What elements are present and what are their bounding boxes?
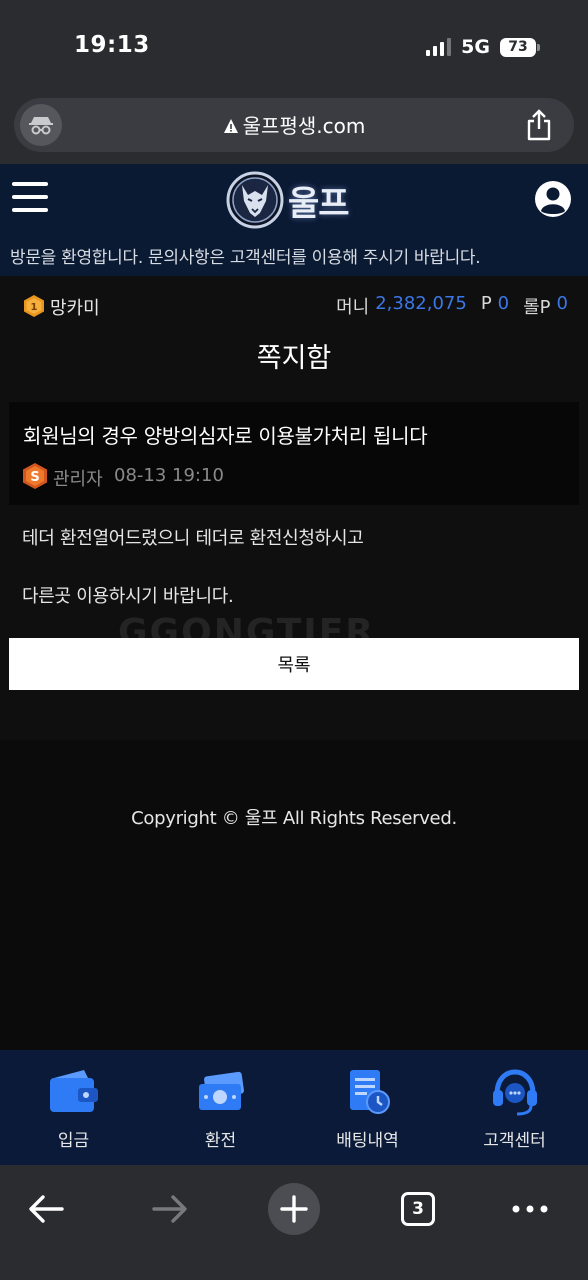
status-time: 19:13 bbox=[74, 32, 150, 58]
message-subject: 회원님의 경우 양방의심자로 이용불가처리 됩니다 bbox=[23, 424, 428, 448]
sender-name: 관리자 bbox=[53, 469, 103, 490]
wolf-emblem-icon bbox=[226, 171, 284, 229]
balances: 머니 2,382,075 P 0 롤P 0 bbox=[336, 293, 568, 319]
share-icon[interactable] bbox=[524, 109, 554, 141]
browser-address-bar: 울프평생.com bbox=[0, 92, 588, 164]
wallet-icon bbox=[49, 1070, 98, 1112]
logo-text: 울프 bbox=[288, 183, 350, 224]
forward-arrow-icon bbox=[152, 1195, 187, 1223]
message-date: 08-13 19:10 bbox=[114, 465, 224, 486]
back-button[interactable] bbox=[16, 1179, 76, 1239]
page-title: 쪽지함 bbox=[256, 343, 332, 374]
nav-item-betting-history[interactable]: 배팅내역 bbox=[294, 1050, 441, 1165]
battery-icon: 73 bbox=[500, 37, 540, 57]
warning-icon bbox=[223, 119, 238, 133]
url-field[interactable]: 울프평생.com bbox=[14, 98, 574, 152]
back-arrow-icon bbox=[29, 1195, 64, 1223]
welcome-notice: 방문을 환영합니다. 문의사항은 고객센터를 이용해 주시기 바랍니다. bbox=[0, 236, 588, 276]
status-indicators: 5G 73 bbox=[426, 34, 540, 60]
bottom-nav: 입금 환전 배팅내역 고객센터 bbox=[0, 1050, 588, 1165]
point-label: P bbox=[480, 293, 492, 314]
browser-toolbar: 3 bbox=[0, 1165, 588, 1280]
more-button[interactable] bbox=[500, 1179, 560, 1239]
message-body-line: 테더 환전열어드렸으니 테더로 환전신청하시고 bbox=[22, 528, 364, 549]
network-type: 5G bbox=[461, 36, 490, 58]
nav-item-deposit[interactable]: 입금 bbox=[0, 1050, 147, 1165]
money-label: 머니 bbox=[336, 297, 370, 318]
user-info-bar: 1 망카미 머니 2,382,075 P 0 롤P 0 bbox=[0, 284, 588, 324]
username: 망카미 bbox=[50, 298, 100, 319]
nav-item-withdraw[interactable]: 환전 bbox=[147, 1050, 294, 1165]
copyright: Copyright © 울프 All Rights Reserved. bbox=[131, 808, 457, 829]
status-bar: 19:13 5G 73 bbox=[0, 0, 588, 92]
message-header: 회원님의 경우 양방의심자로 이용불가처리 됩니다 S 관리자 08-13 19… bbox=[9, 402, 579, 505]
footer bbox=[0, 740, 588, 1050]
point-value: 0 bbox=[497, 293, 510, 314]
new-tab-button[interactable] bbox=[264, 1179, 324, 1239]
level-badge-icon: 1 bbox=[24, 295, 44, 317]
nav-label: 환전 bbox=[204, 1131, 237, 1151]
url-text: 울프평생.com bbox=[242, 114, 366, 138]
plus-icon bbox=[268, 1183, 320, 1235]
forward-button[interactable] bbox=[140, 1179, 200, 1239]
svg-text:1: 1 bbox=[31, 302, 38, 313]
more-dots-icon bbox=[512, 1205, 548, 1213]
site-header: 울프 bbox=[0, 164, 588, 236]
nav-label: 고객센터 bbox=[483, 1131, 546, 1151]
signal-icon bbox=[426, 38, 452, 56]
nav-item-customer-center[interactable]: 고객센터 bbox=[441, 1050, 588, 1165]
sender-badge-icon: S bbox=[23, 463, 47, 489]
svg-text:S: S bbox=[30, 470, 39, 485]
rolling-label: 롤P bbox=[523, 297, 551, 318]
tabs-button[interactable]: 3 bbox=[388, 1179, 448, 1239]
betting-history-icon bbox=[349, 1070, 390, 1114]
nav-label: 입금 bbox=[57, 1131, 90, 1151]
money-value: 2,382,075 bbox=[375, 293, 467, 314]
hamburger-menu-icon[interactable] bbox=[12, 182, 48, 212]
tab-count: 3 bbox=[401, 1192, 435, 1226]
headset-icon bbox=[492, 1069, 537, 1116]
site-logo[interactable]: 울프 bbox=[226, 170, 350, 230]
rolling-value: 0 bbox=[556, 293, 568, 314]
list-button[interactable]: 목록 bbox=[9, 638, 579, 690]
nav-label: 배팅내역 bbox=[336, 1131, 399, 1151]
cash-icon bbox=[198, 1071, 244, 1110]
user-profile-icon[interactable] bbox=[534, 180, 572, 218]
